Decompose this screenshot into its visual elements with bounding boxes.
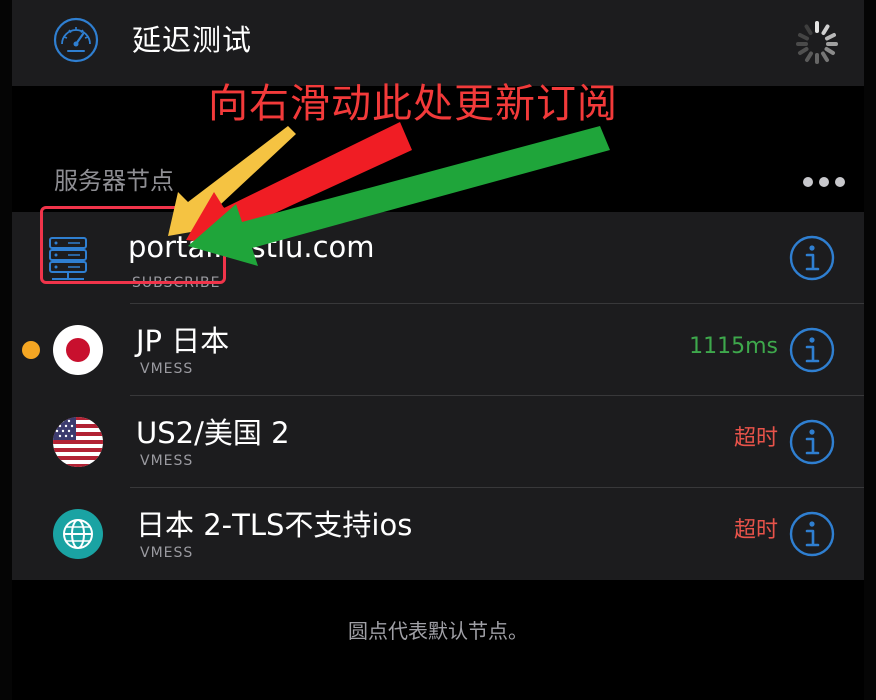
japan-flag-icon	[53, 325, 103, 375]
server-type: VMESS	[140, 453, 194, 469]
server-name: US2/美国 2	[136, 416, 290, 450]
highlight-box	[40, 206, 226, 284]
more-dots-icon[interactable]	[800, 170, 848, 194]
latency-value: 1115ms	[689, 334, 778, 359]
timeout-label: 超时	[733, 518, 778, 543]
footer-note: 圆点代表默认节点。	[348, 619, 528, 643]
info-icon[interactable]	[788, 418, 836, 466]
section-title: 服务器节点	[54, 167, 174, 195]
server-type: VMESS	[140, 361, 194, 377]
info-icon[interactable]	[788, 510, 836, 558]
globe-icon	[53, 509, 103, 559]
gauge-icon	[53, 17, 99, 63]
right-edge	[864, 0, 876, 700]
usa-flag-icon	[53, 417, 103, 467]
info-icon[interactable]	[788, 234, 836, 282]
default-indicator-dot	[22, 341, 40, 359]
spinner-icon[interactable]	[793, 20, 841, 64]
left-edge	[0, 0, 12, 700]
latency-test-row[interactable]: 延迟测试	[12, 0, 864, 86]
annotation-text: 向右滑动此处更新订阅	[208, 81, 618, 127]
server-row-jp2-tls[interactable]: 日本 2-TLS不支持ios VMESS 超时	[12, 488, 864, 580]
server-name: 日本 2-TLS不支持ios	[136, 508, 413, 542]
server-type: VMESS	[140, 545, 194, 561]
server-row-us2[interactable]: US2/美国 2 VMESS 超时	[12, 396, 864, 488]
page-title: 延迟测试	[132, 23, 253, 57]
info-icon[interactable]	[788, 326, 836, 374]
app-screen: 延迟测试 服务器节点 portal.fastlu.com SUBSCRIBE J…	[0, 0, 876, 700]
server-name: JP 日本	[136, 324, 230, 358]
server-row-jp[interactable]: JP 日本 VMESS 1115ms	[12, 304, 864, 396]
timeout-label: 超时	[733, 426, 778, 451]
